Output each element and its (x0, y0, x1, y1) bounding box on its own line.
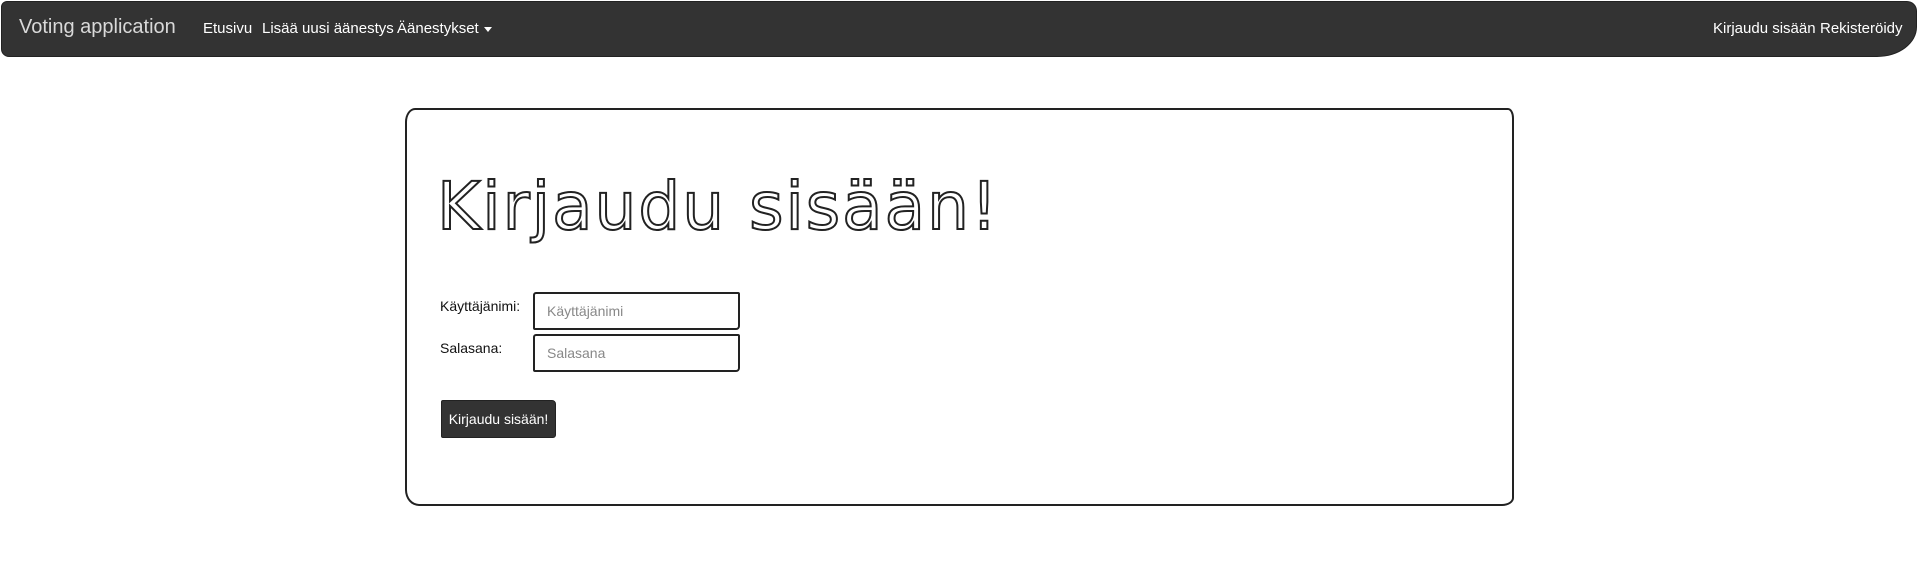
nav-dropdown-votes-label: Äänestykset (397, 20, 479, 37)
password-input[interactable] (533, 334, 740, 372)
top-navbar: Voting application Etusivu Lisää uusi ää… (1, 1, 1917, 57)
nav-link-etusivu[interactable]: Etusivu (203, 20, 252, 37)
nav-link-register[interactable]: Rekisteröidy (1820, 20, 1903, 37)
nav-link-login[interactable]: Kirjaudu sisään (1713, 20, 1816, 37)
username-input[interactable] (533, 292, 740, 330)
username-label: Käyttäjänimi: (440, 298, 521, 314)
caret-down-icon (483, 26, 492, 32)
nav-link-add-vote[interactable]: Lisää uusi äänestys (262, 20, 394, 37)
login-submit-button[interactable]: Kirjaudu sisään! (441, 400, 556, 438)
brand-link[interactable]: Voting application (19, 16, 176, 39)
nav-dropdown-votes[interactable]: Äänestykset (397, 20, 492, 37)
password-label: Salasana: (440, 340, 503, 356)
page-title: Kirjaudu sisään! (436, 167, 1000, 246)
